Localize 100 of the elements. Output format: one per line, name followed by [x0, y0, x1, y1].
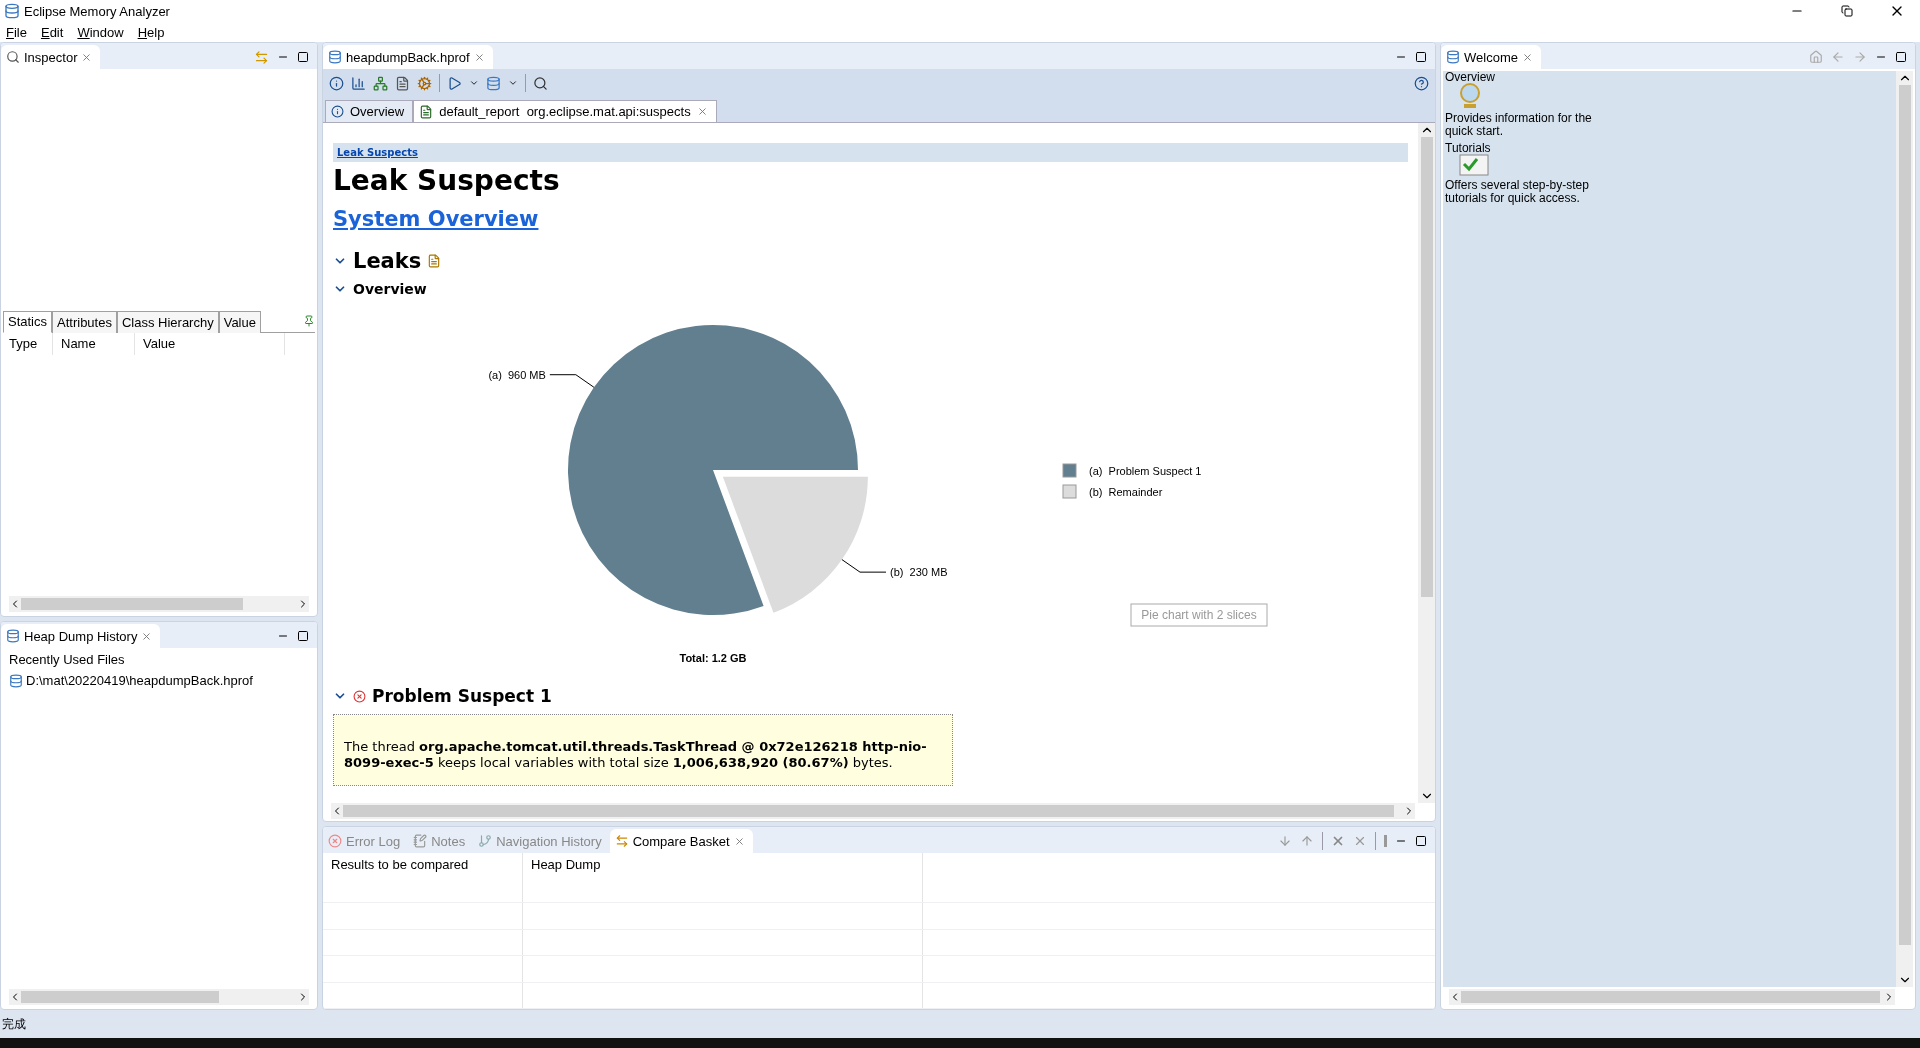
welcome-item-description: Provides information for the quick start.: [1445, 112, 1593, 138]
arrow-up-icon: [1300, 834, 1314, 848]
close-icon: [696, 106, 708, 117]
status-message: 完成: [2, 1015, 26, 1033]
chart-alt-text: Pie chart with 2 slices: [1130, 603, 1268, 627]
database-button[interactable]: [486, 75, 501, 91]
menu-item[interactable]: Help: [137, 24, 165, 40]
checklist-icon: [1459, 154, 1489, 176]
query-button[interactable]: [395, 75, 410, 91]
report-icon: [419, 104, 434, 119]
welcome-item-title[interactable]: Tutorials: [1445, 142, 1894, 154]
scrollbar-thumb[interactable]: [1898, 85, 1911, 945]
welcome-item-title[interactable]: Overview: [1445, 71, 1894, 83]
compare-icon: [614, 834, 629, 848]
app-icon: [4, 3, 20, 19]
scrollbar-thumb[interactable]: [21, 991, 219, 1003]
bar-chart-icon: [351, 75, 366, 91]
close-icon: [1521, 51, 1533, 63]
inspector-icon: [6, 50, 20, 64]
view-tab[interactable]: Heap Dump History: [1, 624, 161, 648]
welcome-item-description: Offers several step-by-step tutorials for quick access.: [1445, 179, 1590, 205]
scrollbar-thumb[interactable]: [1461, 991, 1881, 1003]
overview-link[interactable]: System Overview: [333, 207, 539, 231]
help-button[interactable]: [1414, 75, 1429, 91]
document-icon: [395, 75, 410, 91]
file-item[interactable]: D:\mat\20220419\heapdumpBack.hprof: [1, 671, 317, 690]
back-button[interactable]: [1831, 50, 1845, 64]
maximize-icon: [1415, 51, 1427, 63]
remove-all-button[interactable]: [1353, 834, 1367, 848]
info-icon: [331, 105, 344, 118]
info-icon: [329, 75, 344, 91]
restore-icon: [1841, 5, 1853, 17]
welcome-icon: [1446, 50, 1460, 64]
move-up-button[interactable]: [1300, 834, 1314, 848]
settings-button[interactable]: [417, 75, 432, 91]
view-tab[interactable]: Inspector: [1, 45, 101, 69]
editor-tab[interactable]: heapdumpBack.hprof: [323, 45, 493, 69]
view-tab[interactable]: Compare Basket: [609, 829, 753, 853]
help-icon: [1414, 75, 1429, 91]
maximize-icon: [297, 630, 309, 642]
slice-label: (b) 230 MB: [890, 566, 948, 579]
arrow-down-icon: [1278, 834, 1292, 848]
scrollbar-thumb[interactable]: [21, 598, 243, 610]
column-header[interactable]: Type: [1, 332, 53, 355]
legend-label: (a) Problem Suspect 1: [1089, 465, 1202, 477]
remove-button[interactable]: [1331, 834, 1345, 848]
histogram-button[interactable]: [351, 75, 366, 91]
caret-icon: [508, 78, 518, 88]
report-tab[interactable]: Overview: [325, 100, 414, 122]
menu-item[interactable]: Edit: [40, 24, 64, 40]
maximize-button[interactable]: [1415, 51, 1427, 63]
column-header[interactable]: Results to be compared: [323, 853, 523, 877]
pin-icon: [303, 315, 315, 327]
database-icon: [328, 50, 342, 64]
info-button[interactable]: [329, 75, 344, 91]
caret-icon: [469, 78, 479, 88]
error-icon: [328, 834, 342, 848]
maximize-icon: [297, 51, 309, 63]
dropdown-button[interactable]: [469, 78, 479, 88]
maximize-button[interactable]: [297, 630, 309, 642]
section-title: Overview: [353, 281, 427, 297]
dropdown-button[interactable]: [508, 78, 518, 88]
suspect-description: The thread org.apache.tomcat.util.threads.TaskThread @ 0x72e126218 http-nio-8099-exec-5 keeps local variables with total size 1,006,638,920 (80.67%) bytes.: [333, 714, 953, 786]
maximize-button[interactable]: [1895, 51, 1907, 63]
scrollbar-thumb[interactable]: [1420, 137, 1433, 597]
history-icon: [6, 629, 20, 643]
sub-tab[interactable]: Attributes: [52, 310, 117, 333]
run-report-button[interactable]: [447, 75, 462, 91]
database-icon: [9, 673, 23, 688]
column-header[interactable]: Name: [53, 332, 135, 355]
maximize-button[interactable]: [297, 51, 309, 63]
column-header[interactable]: Value: [135, 332, 285, 355]
details-icon: [427, 254, 442, 268]
gear-icon: [417, 75, 432, 91]
search-icon: [533, 75, 548, 91]
menu-item[interactable]: File: [6, 24, 27, 40]
column-header[interactable]: Heap Dump: [523, 853, 923, 877]
sub-tab[interactable]: Statics: [3, 310, 52, 333]
move-down-button[interactable]: [1278, 834, 1292, 848]
list-heading: Recently Used Files: [8, 651, 126, 669]
notes-icon: [413, 834, 428, 848]
sync-button[interactable]: [254, 49, 269, 65]
sub-tab[interactable]: Class Hierarchy: [116, 310, 219, 333]
report-tab[interactable]: default_report org.eclipse.mat.api:suspects: [413, 100, 717, 122]
sub-tab[interactable]: Value: [218, 310, 261, 333]
breadcrumb-link[interactable]: Leak Suspects: [333, 143, 1408, 162]
menu-item[interactable]: Window: [77, 24, 124, 40]
chart-total: Total: 1.2 GB: [679, 652, 747, 664]
section-title: Leaks: [353, 249, 422, 273]
scrollbar-thumb[interactable]: [343, 805, 1395, 817]
slice-label: (a) 960 MB: [488, 368, 546, 381]
view-tab[interactable]: Welcome: [1441, 45, 1541, 69]
maximize-icon: [1415, 835, 1427, 847]
report-title: Leak Suspects: [333, 164, 561, 197]
section-title: Problem Suspect 1: [372, 686, 552, 706]
cross-icon: [1331, 834, 1345, 848]
maximize-button[interactable]: [1415, 835, 1427, 847]
search-button[interactable]: [533, 75, 548, 91]
home-icon: [1809, 50, 1823, 64]
tree-button[interactable]: [373, 75, 388, 91]
